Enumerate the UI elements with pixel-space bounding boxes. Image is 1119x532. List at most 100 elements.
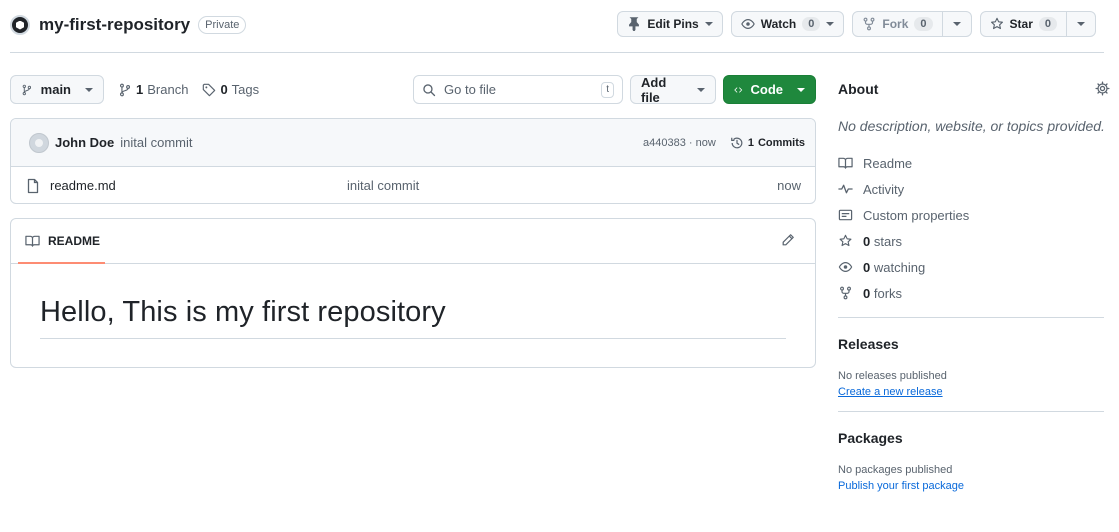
branch-count-label: Branch: [147, 82, 189, 97]
pencil-icon[interactable]: [781, 233, 795, 247]
activity-link-label: Activity: [863, 181, 905, 197]
edit-pins-label: Edit Pins: [647, 17, 699, 31]
publish-package-link[interactable]: Publish your first package: [838, 480, 1104, 492]
releases-note: No releases published: [838, 370, 947, 382]
avatar[interactable]: [29, 132, 49, 153]
add-file-label: Add file: [641, 74, 667, 105]
watching-count: 0: [863, 259, 871, 275]
activity-link[interactable]: Activity: [838, 176, 1104, 202]
file-toolbar: main 1 Branch 0 Tags Go to file t Add fi…: [10, 74, 816, 105]
readme-content: Hello, This is my first repository: [11, 264, 815, 339]
chevron-down-icon: [797, 87, 805, 92]
branch-tag-info: 1 Branch 0 Tags: [118, 75, 267, 104]
add-file-button[interactable]: Add file: [630, 74, 716, 105]
book-icon: [838, 157, 853, 169]
org-logo-icon[interactable]: [10, 15, 30, 35]
star-button[interactable]: Star 0: [979, 11, 1096, 37]
watch-counter: 0: [802, 17, 821, 31]
forks-label: forks: [873, 285, 903, 301]
repo-name-link[interactable]: my-first-repository: [39, 15, 190, 35]
packages-title[interactable]: Packages: [838, 430, 1104, 446]
readme-header: README: [11, 219, 815, 264]
file-commit-message[interactable]: inital commit: [347, 178, 419, 193]
branch-count: 1: [136, 82, 144, 97]
shortcut-hint: t: [601, 81, 614, 98]
commit-message[interactable]: inital commit: [120, 135, 192, 150]
code-label: Code: [750, 82, 784, 97]
readme-link-label: Readme: [863, 155, 913, 171]
star-dropdown[interactable]: [1066, 12, 1095, 36]
eye-icon: [838, 262, 853, 272]
releases-title[interactable]: Releases: [838, 336, 1104, 352]
commits-history-link[interactable]: 1 Commits: [730, 136, 805, 150]
branch-icon: [119, 83, 131, 96]
note-icon: [838, 209, 853, 221]
branch-name: main: [40, 82, 71, 97]
fork-counter: 0: [914, 17, 933, 31]
readme-panel: README Hello, This is my first repositor…: [10, 218, 816, 368]
sidebar-divider: [838, 317, 1104, 318]
commit-author[interactable]: John Doe: [55, 135, 114, 150]
fork-button[interactable]: Fork 0: [852, 11, 972, 37]
chevron-down-icon: [1077, 22, 1085, 26]
watch-label: Watch: [760, 17, 797, 31]
about-description: No description, website, or topics provi…: [838, 118, 1105, 134]
history-icon: [730, 137, 743, 148]
book-icon: [25, 235, 40, 247]
about-title: About: [838, 81, 879, 97]
commits-label: Commits: [757, 136, 805, 149]
repo-header: my-first-repository Private Edit Pins Wa…: [10, 10, 1104, 40]
stars-count: 0: [863, 233, 871, 249]
chevron-down-icon: [697, 87, 705, 92]
tab-readme[interactable]: README: [25, 234, 100, 248]
edit-pins-button[interactable]: Edit Pins: [617, 11, 723, 37]
repo-sidebar: About No description, website, or topics…: [838, 78, 1110, 492]
custom-properties-label: Custom properties: [863, 207, 970, 223]
forks-count: 0: [863, 285, 871, 301]
repo-actions: Edit Pins Watch 0 Fork 0 Star 0: [617, 11, 1096, 37]
commit-hash-time[interactable]: a440383 · now: [643, 137, 716, 149]
file-icon: [27, 178, 39, 193]
star-icon: [839, 234, 852, 247]
tag-icon: [203, 83, 216, 96]
tag-count: 0: [220, 82, 228, 97]
create-release-link[interactable]: Create a new release: [838, 386, 1104, 398]
readme-link[interactable]: Readme: [838, 150, 1104, 176]
branch-icon: [22, 84, 32, 95]
go-to-file-input[interactable]: Go to file t: [413, 75, 623, 104]
pin-icon: [629, 17, 640, 31]
code-button[interactable]: Code: [723, 75, 816, 104]
watch-button[interactable]: Watch 0: [730, 11, 845, 37]
search-placeholder: Go to file: [444, 82, 497, 97]
watchers-link[interactable]: 0 watching: [838, 254, 1104, 280]
star-icon: [990, 17, 1003, 30]
stars-link[interactable]: 0 stars: [838, 228, 1104, 254]
about-links: Readme Activity Custom properties 0 star…: [838, 150, 1104, 306]
tags-link[interactable]: 0 Tags: [202, 82, 259, 97]
readme-tab-label: README: [48, 234, 101, 248]
commits-count: 1: [747, 136, 754, 149]
gear-icon[interactable]: [1095, 81, 1110, 96]
file-row[interactable]: readme.md inital commit now: [11, 167, 815, 203]
pulse-icon: [838, 184, 853, 194]
code-icon: [734, 86, 743, 93]
branch-select-button[interactable]: main: [10, 75, 104, 104]
search-icon: [423, 83, 436, 96]
fork-label: Fork: [882, 17, 909, 31]
star-counter: 0: [1038, 17, 1057, 31]
custom-properties-link[interactable]: Custom properties: [838, 202, 1104, 228]
stars-label: stars: [873, 233, 903, 249]
readme-heading: Hello, This is my first repository: [40, 296, 786, 339]
visibility-badge: Private: [198, 16, 247, 34]
fork-dropdown[interactable]: [941, 12, 971, 36]
commit-meta: a440383 · now 1 Commits: [643, 136, 805, 150]
file-browser: John Doe inital commit a440383 · now 1 C…: [10, 118, 816, 204]
file-age: now: [777, 178, 801, 193]
file-name-link[interactable]: readme.md: [50, 178, 116, 193]
tag-count-label: Tags: [231, 82, 260, 97]
branches-link[interactable]: 1 Branch: [118, 82, 188, 97]
forks-link[interactable]: 0 forks: [838, 280, 1104, 306]
chevron-down-icon: [85, 87, 93, 92]
chevron-down-icon: [704, 22, 713, 26]
active-tab-indicator: [18, 262, 105, 264]
